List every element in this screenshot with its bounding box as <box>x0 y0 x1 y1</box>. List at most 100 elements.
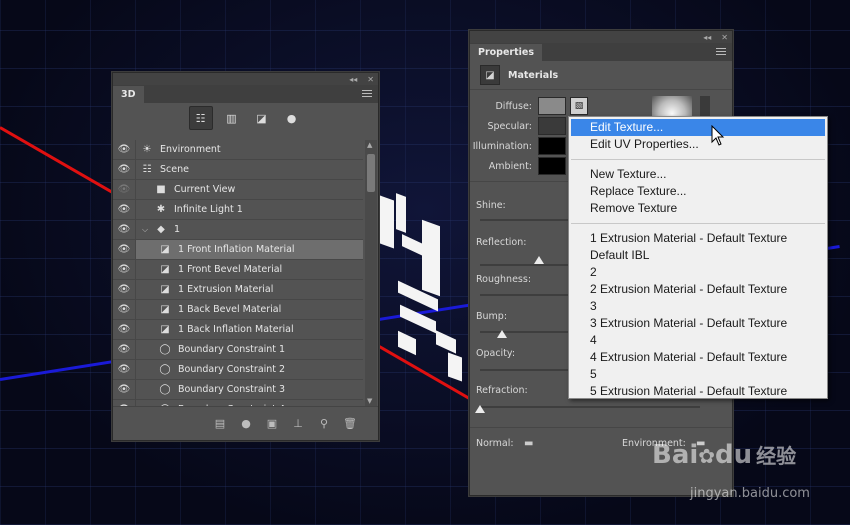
layer-row[interactable]: 👁 ◯ Boundary Constraint 2 <box>113 360 363 380</box>
refraction-slider[interactable] <box>480 406 700 408</box>
close-icon[interactable]: ✕ <box>721 33 728 42</box>
tab-3d[interactable]: 3D <box>113 86 144 103</box>
menu-item[interactable]: 3 <box>569 298 827 315</box>
expand-chevron-icon[interactable]: ⌵ <box>142 225 154 235</box>
reflection-knob[interactable] <box>534 256 545 264</box>
layer-row[interactable]: 👁 ☀ Environment <box>113 140 363 160</box>
illumination-swatch[interactable] <box>538 137 566 155</box>
layer-label: Boundary Constraint 3 <box>178 384 286 395</box>
layer-row[interactable]: 👁 ◯ Boundary Constraint 1 <box>113 340 363 360</box>
layer-label: 1 Front Bevel Material <box>178 264 283 275</box>
tab-properties[interactable]: Properties <box>470 44 542 61</box>
collapse-icon[interactable]: ◂◂ <box>703 33 711 42</box>
bump-knob[interactable] <box>497 330 507 338</box>
visibility-eye-icon[interactable]: 👁 <box>113 204 135 215</box>
menu-item[interactable]: Edit UV Properties... <box>569 136 827 153</box>
3d-panel[interactable]: ◂◂ ✕ 3D ☷ ▥ ◪ ● 👁 ☀ Environment 👁 ☷ Scene 👁 ■ Cu… <box>112 72 379 441</box>
material-icon: ◪ <box>160 264 170 275</box>
add-light-icon[interactable]: ● <box>238 416 254 432</box>
normal-folder-icon[interactable]: ▬ <box>524 438 533 449</box>
layer-row[interactable]: 👁 ■ Current View <box>113 180 363 200</box>
visibility-eye-icon[interactable]: 👁 <box>113 304 135 315</box>
ambient-swatch[interactable] <box>538 157 566 175</box>
mesh-icon[interactable]: ▤ <box>212 416 228 432</box>
constraint-icon: ◯ <box>159 364 171 375</box>
material-preview[interactable] <box>652 96 692 118</box>
delete-icon[interactable]: 🗑 <box>342 416 358 432</box>
3d-object[interactable] <box>378 193 468 385</box>
texture-context-menu[interactable]: Edit Texture... Edit UV Properties... New … <box>568 116 828 399</box>
menu-item[interactable]: Edit Texture... <box>571 119 825 136</box>
layer-label: 1 Extrusion Material <box>178 284 274 295</box>
collapse-icon[interactable]: ◂◂ <box>349 75 357 84</box>
specular-swatch[interactable] <box>538 117 566 135</box>
mesh-filter-icon[interactable]: ▥ <box>221 107 243 129</box>
menu-item[interactable]: 4 <box>569 332 827 349</box>
menu-item[interactable]: 3 Extrusion Material - Default Texture <box>569 315 827 332</box>
layer-row[interactable]: 👁 ◪ 1 Back Bevel Material <box>113 300 363 320</box>
layer-row[interactable]: 👁 ◪ 1 Back Inflation Material <box>113 320 363 340</box>
ambient-label: Ambient: <box>488 160 532 172</box>
menu-item[interactable]: 2 Extrusion Material - Default Texture <box>569 281 827 298</box>
layer-label: 1 Back Bevel Material <box>178 304 282 315</box>
menu-item[interactable]: 1 Extrusion Material - Default Texture <box>569 230 827 247</box>
visibility-eye-icon[interactable]: 👁 <box>113 244 135 255</box>
layer-label: Scene <box>160 164 189 175</box>
menu-separator <box>571 223 825 224</box>
menu-item[interactable]: New Texture... <box>569 166 827 183</box>
visibility-eye-icon[interactable]: 👁 <box>113 184 135 195</box>
visibility-eye-icon[interactable]: 👁 <box>113 164 135 175</box>
menu-item[interactable]: 4 Extrusion Material - Default Texture <box>569 349 827 366</box>
scroll-up-icon[interactable]: ▲ <box>367 141 372 149</box>
menu-item[interactable]: 2 <box>569 264 827 281</box>
environment-icon: ☀ <box>142 144 152 155</box>
visibility-eye-icon[interactable]: 👁 <box>113 284 135 295</box>
menu-item[interactable]: Remove Texture <box>569 200 827 217</box>
menu-item[interactable]: Replace Texture... <box>569 183 827 200</box>
layer-scrollbar[interactable]: ▲ ▼ <box>365 140 377 406</box>
layer-row[interactable]: 👁 ◯ Boundary Constraint 3 <box>113 380 363 400</box>
visibility-eye-icon[interactable]: 👁 <box>113 384 135 395</box>
visibility-eye-icon[interactable]: 👁 <box>113 364 135 375</box>
render-icon[interactable]: ▣ <box>264 416 280 432</box>
filter-bar: ☷ ▥ ◪ ● <box>113 103 378 133</box>
light-filter-icon[interactable]: ● <box>281 107 303 129</box>
material-filter-icon[interactable]: ◪ <box>251 107 273 129</box>
scroll-thumb[interactable] <box>367 154 375 192</box>
visibility-eye-icon[interactable]: 👁 <box>113 264 135 275</box>
menu-item[interactable]: Default IBL <box>569 247 827 264</box>
scroll-down-icon[interactable]: ▼ <box>367 397 372 405</box>
layer-label: Current View <box>174 184 236 195</box>
visibility-eye-icon[interactable]: 👁 <box>113 144 135 155</box>
constraint-icon[interactable]: ⚲ <box>316 416 332 432</box>
material-icon: ◪ <box>160 284 170 295</box>
menu-item[interactable]: 5 Extrusion Material - Default Texture <box>569 383 827 400</box>
layer-row[interactable]: 👁 ✱ Infinite Light 1 <box>113 200 363 220</box>
visibility-eye-icon[interactable]: 👁 <box>113 324 135 335</box>
panel-menu-icon[interactable] <box>362 90 372 98</box>
close-icon[interactable]: ✕ <box>367 75 374 84</box>
constraint-icon: ◯ <box>159 384 171 395</box>
illumination-label: Illumination: <box>472 140 532 152</box>
texture-icon[interactable]: ▧ <box>570 97 588 115</box>
ground-icon[interactable]: ⊥ <box>290 416 306 432</box>
scene-filter-icon[interactable]: ☷ <box>188 106 213 130</box>
watermark-url: jingyan.baidu.com <box>690 486 810 501</box>
material-preview-arrow[interactable] <box>700 96 710 118</box>
material-icon: ◪ <box>160 324 170 335</box>
refraction-label: Refraction: <box>476 385 528 396</box>
refraction-knob[interactable] <box>475 405 485 413</box>
visibility-eye-icon[interactable]: 👁 <box>113 344 135 355</box>
layer-label: Infinite Light 1 <box>174 204 243 215</box>
layer-row[interactable]: 👁 ☷ Scene <box>113 160 363 180</box>
layer-row[interactable]: 👁 ◪ 1 Extrusion Material <box>113 280 363 300</box>
diffuse-swatch[interactable] <box>538 97 566 115</box>
layer-row[interactable]: 👁 ◪ 1 Front Bevel Material <box>113 260 363 280</box>
bottom-toolbar: ▤ ● ▣ ⊥ ⚲ 🗑 <box>113 406 378 440</box>
panel-menu-icon[interactable] <box>716 48 726 56</box>
layer-row[interactable]: 👁 ⌵ ◆ 1 <box>113 220 363 240</box>
menu-item[interactable]: 5 <box>569 366 827 383</box>
layer-label: 1 Back Inflation Material <box>178 324 294 335</box>
layer-row[interactable]: 👁 ◪ 1 Front Inflation Material <box>113 240 363 260</box>
visibility-eye-icon[interactable]: 👁 <box>113 224 135 235</box>
